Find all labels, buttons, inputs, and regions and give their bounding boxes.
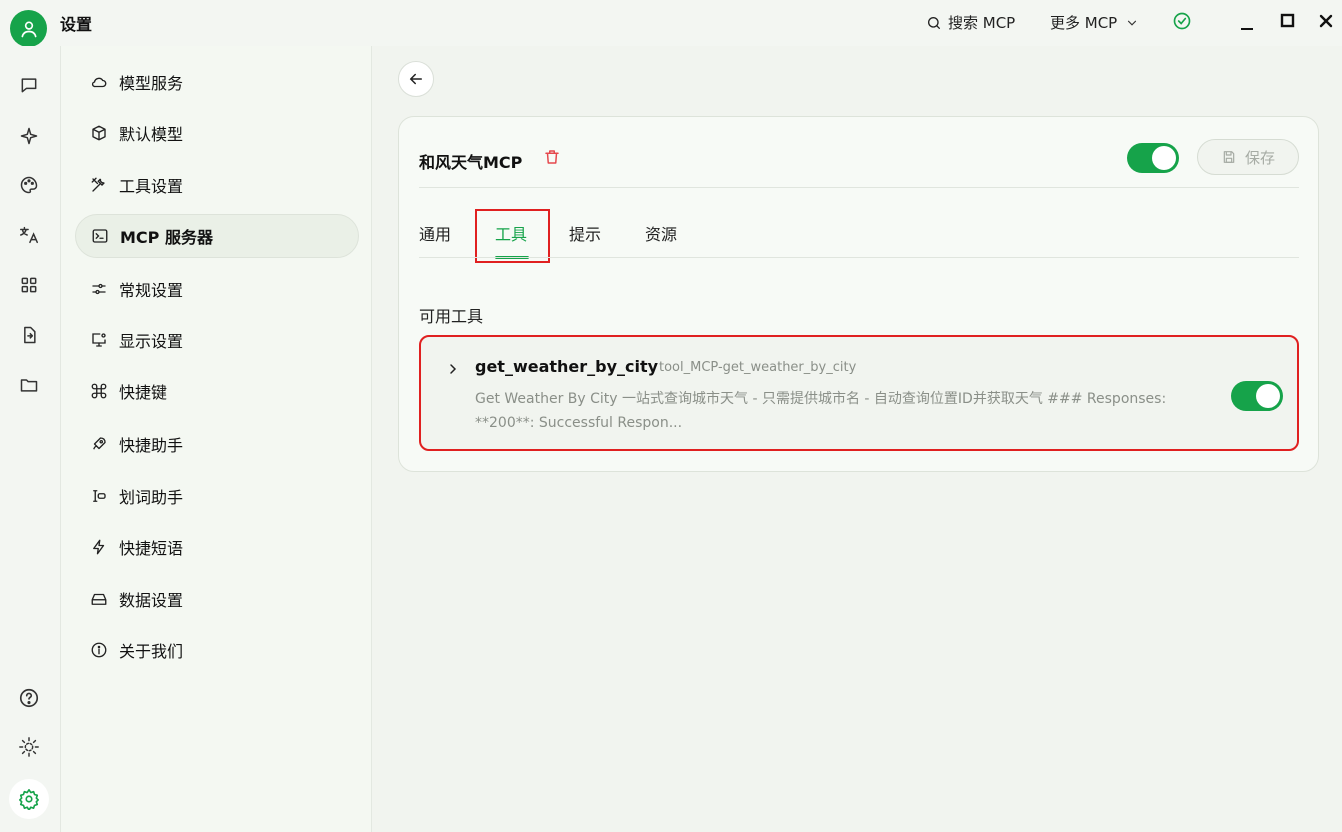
menu-item-mcp-servers[interactable]: MCP 服务器 [75,214,359,258]
tab-resources[interactable]: 资源 [645,221,677,245]
tab-general[interactable]: 通用 [419,221,451,245]
save-icon [1223,151,1235,163]
menu-item-data-settings[interactable]: 数据设置 [75,577,359,621]
menu-item-label: 快捷短语 [119,539,184,558]
left-rail [0,46,60,832]
terminal-icon [90,226,110,246]
toggle-knob [1256,384,1280,408]
sparkle-icon[interactable] [18,125,40,147]
tool-enable-toggle[interactable] [1231,381,1283,411]
server-name: 和风天气MCP [419,153,523,172]
app-title: 设置 [60,15,93,34]
search-mcp-label: 搜索 MCP [948,14,1016,32]
maximize-icon[interactable] [1278,11,1298,31]
tabs-divider [419,257,1299,258]
tool-name: get_weather_by_city [475,357,659,376]
palette-icon[interactable] [18,174,40,196]
menu-item-quick-phrases[interactable]: 快捷短语 [75,525,359,569]
server-enable-toggle[interactable] [1127,143,1179,173]
tool-id: tool_MCP-get_weather_by_city [659,360,857,375]
menu-item-default-model[interactable]: 默认模型 [75,111,359,155]
menu-item-display-settings[interactable]: 显示设置 [75,318,359,362]
cloud-icon [89,72,109,92]
menu-item-shortcuts[interactable]: 快捷键 [75,369,359,413]
menu-item-model-service[interactable]: 模型服务 [75,60,359,104]
save-label: 保存 [1244,148,1275,167]
check-circle-icon[interactable] [1172,11,1192,31]
settings-button[interactable] [9,779,49,819]
text-cursor-icon [89,486,109,506]
menu-item-label: 模型服务 [119,74,184,93]
settings-icon [19,789,39,810]
header-divider [419,187,1299,188]
menu-item-quick-assistant[interactable]: 快捷助手 [75,422,359,466]
info-icon [89,640,109,660]
menu-item-label: 工具设置 [119,177,184,196]
back-button[interactable] [398,61,434,97]
help-icon[interactable] [18,687,40,709]
minimize-icon[interactable] [1238,13,1258,33]
search-icon [928,16,940,29]
tab-highlight-box [475,209,550,263]
menu-item-about[interactable]: 关于我们 [75,628,359,672]
menu-item-label: 快捷键 [119,383,168,402]
chat-icon[interactable] [18,74,40,96]
menu-item-label: MCP 服务器 [120,228,213,247]
cube-icon [89,123,109,143]
arrow-left-icon [409,73,422,85]
menu-item-tool-settings[interactable]: 工具设置 [75,163,359,207]
menu-item-label: 数据设置 [119,591,184,610]
zap-icon [89,537,109,557]
tool-description: Get Weather By City 一站式查询城市天气 - 只需提供城市名 … [475,391,1167,431]
menu-item-label: 显示设置 [119,332,184,351]
storage-icon [89,589,109,609]
title-bar: 设置 搜索 MCP 更多 MCP [0,0,1342,47]
menu-item-label: 快捷助手 [119,436,184,455]
tool-item[interactable]: get_weather_by_city tool_MCP-get_weather… [419,335,1299,451]
apps-icon[interactable] [18,274,40,296]
menu-item-selection-assistant[interactable]: 划词助手 [75,474,359,518]
more-mcp-dropdown[interactable]: 更多 MCP [1050,12,1139,33]
main-content: 和风天气MCP 保存 通用 工具 提示 资源 可用工具 get_weather_… [372,46,1342,832]
close-icon[interactable] [1316,11,1336,31]
tools-icon [89,175,109,195]
translate-icon[interactable] [18,224,40,246]
menu-item-label: 默认模型 [119,125,184,144]
chevron-right-icon[interactable] [445,361,461,377]
menu-item-label: 常规设置 [119,281,184,300]
command-icon [89,381,109,401]
search-mcp-button[interactable]: 搜索 MCP [926,12,1015,33]
save-button[interactable]: 保存 [1197,139,1299,175]
toggle-knob [1152,146,1176,170]
available-tools-label: 可用工具 [419,307,484,326]
folder-icon[interactable] [18,374,40,396]
menu-item-general-settings[interactable]: 常规设置 [75,267,359,311]
user-avatar-icon[interactable] [10,10,47,47]
theme-icon[interactable] [18,736,40,758]
file-transfer-icon[interactable] [18,324,40,346]
monitor-icon [89,330,109,350]
sliders-icon [89,279,109,299]
settings-menu: 模型服务 默认模型 工具设置 MCP 服务器 常规设置 显示设置 快捷键 快捷助… [60,46,372,832]
mcp-server-card: 和风天气MCP 保存 通用 工具 提示 资源 可用工具 get_weather_… [398,116,1319,472]
menu-item-label: 划词助手 [119,488,184,507]
trash-icon[interactable] [543,148,563,168]
chevron-down-icon [1128,20,1137,26]
more-mcp-label: 更多 MCP [1050,14,1118,32]
tab-prompts[interactable]: 提示 [569,221,601,245]
menu-item-label: 关于我们 [119,642,184,661]
rocket-icon [89,434,109,454]
